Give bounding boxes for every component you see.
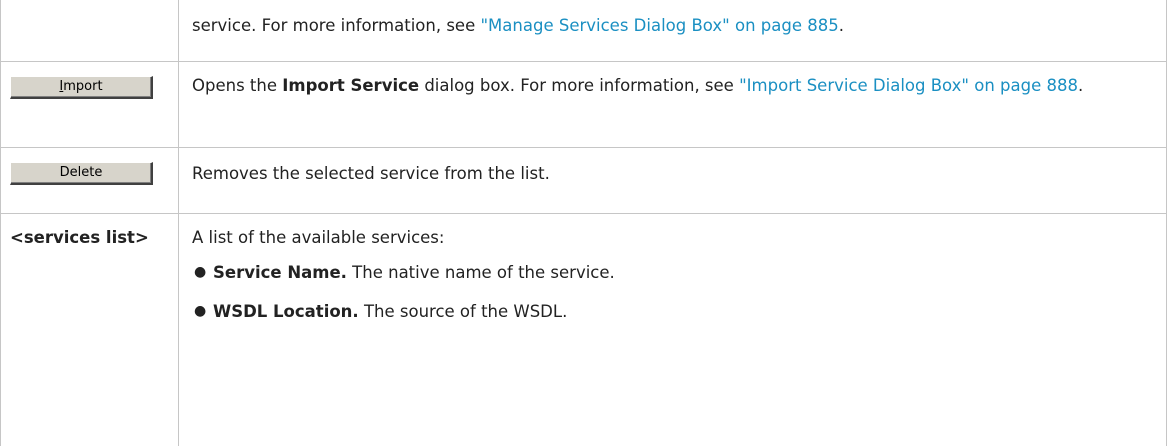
description-text: .	[1078, 76, 1083, 95]
field-desc: The source of the WSDL.	[359, 302, 568, 321]
import-button[interactable]: Import	[10, 76, 153, 99]
manage-services-link[interactable]: "Manage Services Dialog Box" on page 885	[480, 16, 838, 35]
delete-button[interactable]: Delete	[10, 162, 153, 185]
bullet-icon: ●	[194, 258, 206, 287]
description-cell: Removes the selected service from the li…	[179, 148, 1167, 214]
list-item: ● Service Name. The native name of the se…	[192, 258, 1156, 287]
description-cell: A list of the available services: ● Servi…	[179, 214, 1167, 446]
description-cell: service. For more information, see "Mana…	[179, 0, 1167, 62]
ui-element-cell: Delete	[1, 148, 179, 214]
dialog-name: Import Service	[282, 76, 419, 95]
description-text: Opens the	[192, 76, 282, 95]
description-text: .	[839, 16, 844, 35]
field-desc: The native name of the service.	[347, 263, 615, 282]
field-name: WSDL Location.	[213, 302, 359, 321]
ui-element-cell: Import	[1, 62, 179, 148]
button-label: mport	[63, 79, 102, 94]
services-list-term: <services list>	[10, 214, 178, 252]
ui-element-cell: <services list>	[1, 214, 179, 446]
bullet-icon: ●	[194, 297, 206, 326]
description-cell: Opens the Import Service dialog box. For…	[179, 62, 1167, 148]
table-row: Delete Removes the selected service from…	[1, 148, 1167, 214]
options-table: service. For more information, see "Mana…	[0, 0, 1167, 446]
import-service-link[interactable]: "Import Service Dialog Box" on page 888	[739, 76, 1078, 95]
description-text: dialog box. For more information, see	[419, 76, 739, 95]
description-text: service. For more information, see	[192, 16, 480, 35]
field-name: Service Name.	[213, 263, 347, 282]
field-list: ● Service Name. The native name of the se…	[192, 258, 1156, 326]
ui-element-cell	[1, 0, 179, 62]
description-text: A list of the available services:	[192, 223, 1156, 252]
table-row: <services list> A list of the available …	[1, 214, 1167, 446]
table-row: Import Opens the Import Service dialog b…	[1, 62, 1167, 148]
table-row: service. For more information, see "Mana…	[1, 0, 1167, 62]
description-text: Removes the selected service from the li…	[192, 164, 550, 183]
list-item: ● WSDL Location. The source of the WSDL.	[192, 297, 1156, 326]
